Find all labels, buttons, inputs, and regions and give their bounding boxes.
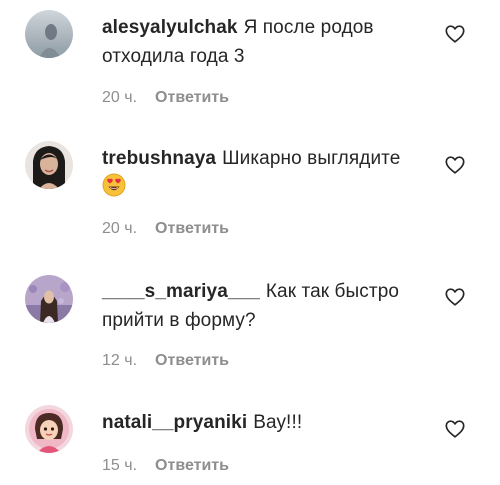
avatar[interactable] [25, 275, 73, 323]
comment-body: Вау!!! [253, 412, 303, 433]
comment-username[interactable]: alesyalyulchak [102, 17, 238, 38]
avatar-photo-icon [25, 10, 73, 58]
comment-meta: 20 ч. Ответить [102, 89, 229, 107]
comment-text: alesyalyulchak Я после родов отходила год… [102, 13, 432, 71]
comment-username[interactable]: ____s_mariya___ [102, 281, 260, 302]
avatar-photo-icon [25, 405, 73, 453]
heart-outline-icon[interactable] [444, 23, 466, 45]
comment-time[interactable]: 15 ч. [102, 457, 137, 474]
comment-text: natali__pryaniki Вау!!! [102, 408, 432, 437]
avatar-photo-icon [25, 141, 73, 189]
comment-body: Шикарно выглядите [222, 148, 401, 169]
avatar[interactable] [25, 141, 73, 189]
avatar[interactable] [25, 10, 73, 58]
comment-time[interactable]: 20 ч. [102, 220, 137, 237]
comment-meta: 15 ч. Ответить [102, 457, 229, 475]
reply-button[interactable]: Ответить [155, 220, 229, 237]
comment-time[interactable]: 12 ч. [102, 352, 137, 369]
comment-time[interactable]: 20 ч. [102, 89, 137, 106]
heart-outline-icon[interactable] [444, 286, 466, 308]
reply-button[interactable]: Ответить [155, 89, 229, 106]
comment-text: ____s_mariya___ Как так быстро прийти в ф… [102, 277, 432, 335]
comment-text: trebushnaya Шикарно выглядите [102, 144, 432, 202]
comment-meta: 20 ч. Ответить [102, 220, 229, 238]
avatar[interactable] [25, 405, 73, 453]
heart-outline-icon[interactable] [444, 154, 466, 176]
reply-button[interactable]: Ответить [155, 457, 229, 474]
comment-username[interactable]: trebushnaya [102, 148, 216, 169]
heart-outline-icon[interactable] [444, 418, 466, 440]
reply-button[interactable]: Ответить [155, 352, 229, 369]
heart-eyes-emoji [102, 173, 126, 197]
comment-meta: 12 ч. Ответить [102, 352, 229, 370]
avatar-photo-icon [25, 275, 73, 323]
comment-username[interactable]: natali__pryaniki [102, 412, 247, 433]
